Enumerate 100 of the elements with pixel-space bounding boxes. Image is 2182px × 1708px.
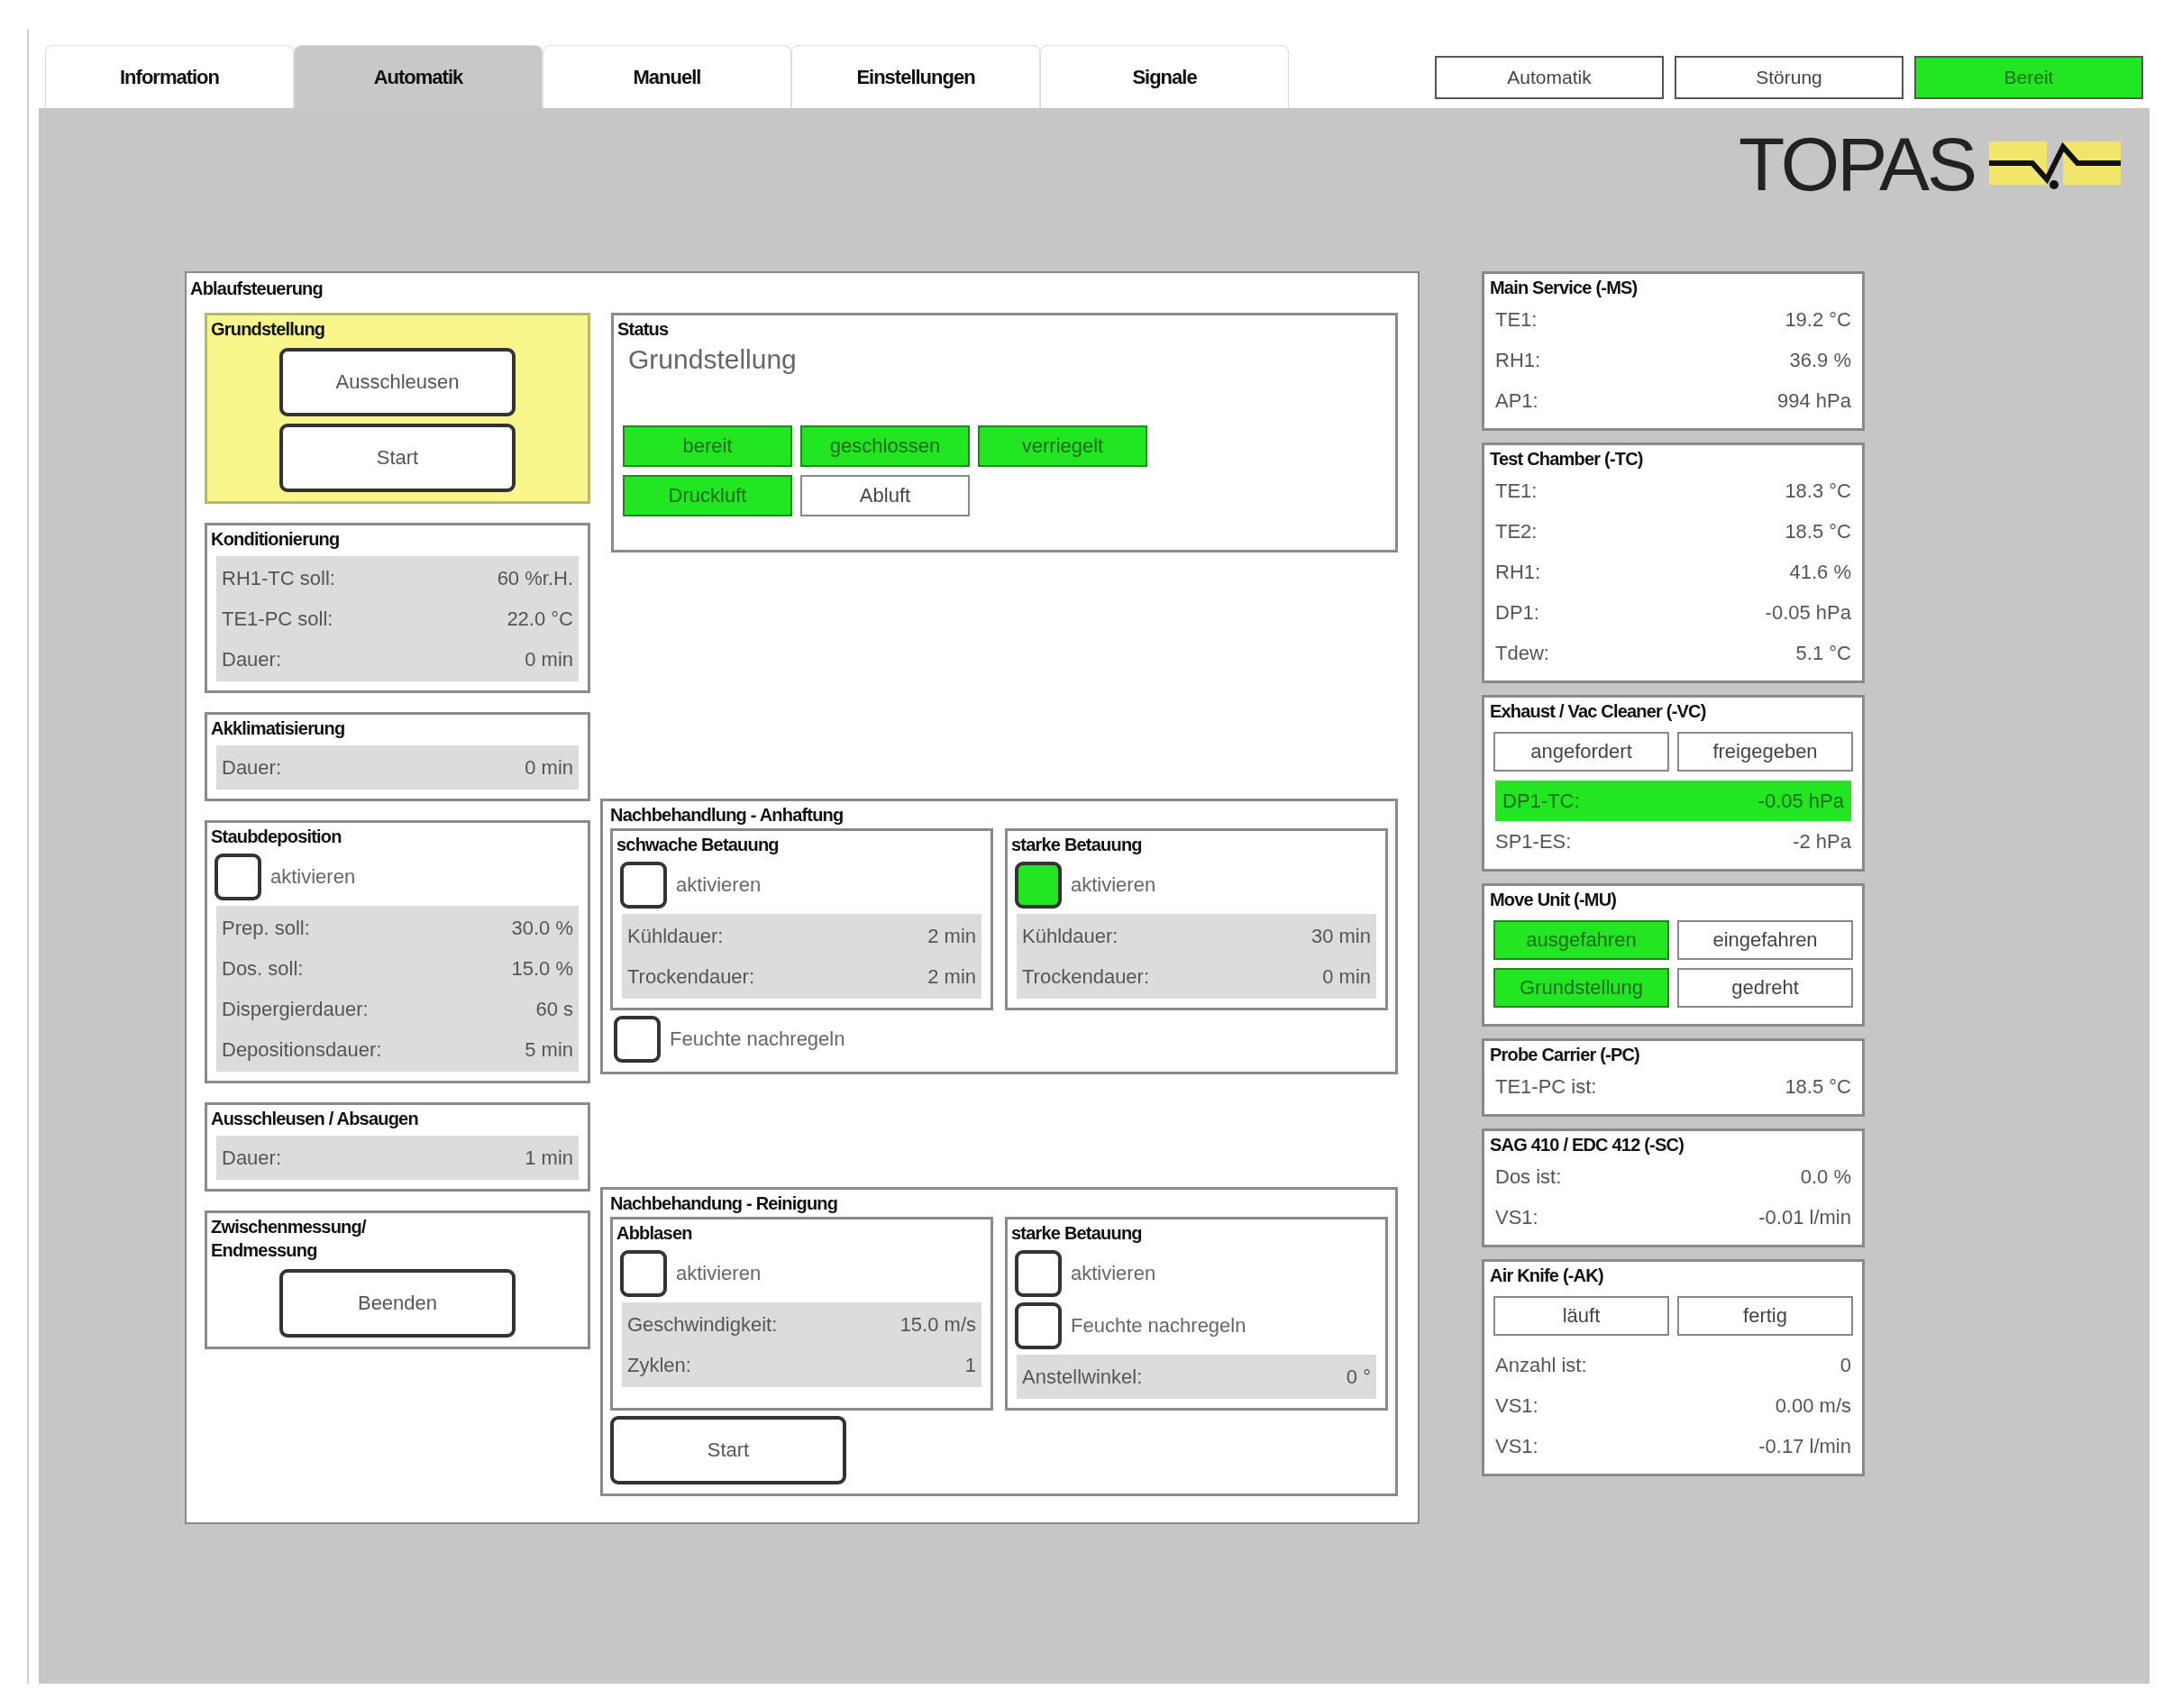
reading-value: 0 min bbox=[1322, 964, 1371, 989]
reading-value: -0.01 l/min bbox=[1758, 1205, 1851, 1229]
push-button[interactable]: Ausschleusen bbox=[279, 348, 516, 416]
reading-label: Dauer: bbox=[222, 755, 282, 780]
reading-label: Anstellwinkel: bbox=[1022, 1365, 1143, 1389]
reading-label: RH1: bbox=[1495, 560, 1541, 584]
status-indicator: Störung bbox=[1675, 56, 1904, 99]
reading-label: RH1-TC soll: bbox=[222, 566, 335, 590]
tab[interactable]: Automatik bbox=[294, 45, 543, 108]
checkbox[interactable] bbox=[620, 862, 667, 909]
reading-value: 0 min bbox=[525, 647, 573, 671]
checkbox-label: aktivieren bbox=[270, 865, 356, 889]
section-title: starke Betauung bbox=[1011, 1222, 1143, 1245]
reading-value: 30 min bbox=[1310, 924, 1371, 948]
reading-label: VS1: bbox=[1495, 1434, 1538, 1458]
group-title: Status bbox=[617, 318, 670, 341]
reading-label: Zyklen: bbox=[627, 1353, 691, 1377]
panel-title: Ablaufsteuerung bbox=[190, 278, 324, 300]
tab[interactable]: Manuell bbox=[543, 45, 791, 108]
status-indicator: Bereit bbox=[1914, 56, 2143, 99]
checkbox-label: Feuchte nachregeln bbox=[1071, 1314, 1246, 1338]
checkbox-label: aktivieren bbox=[1071, 1262, 1156, 1285]
state-indicator: Grundstellung bbox=[1493, 968, 1669, 1008]
reading-label: Dauer: bbox=[222, 1146, 282, 1170]
reading-label: TE2: bbox=[1495, 519, 1538, 543]
group-title: Exhaust / Vac Cleaner (-VC) bbox=[1490, 700, 1707, 723]
tab[interactable]: Information bbox=[45, 45, 294, 108]
reading-value: 41.6 % bbox=[1789, 560, 1851, 584]
group-title: Nachbehandung - Reinigung bbox=[610, 1192, 839, 1215]
reading-value: 0 ° bbox=[1346, 1365, 1371, 1389]
reading-value: 5.1 °C bbox=[1795, 641, 1851, 665]
start-button[interactable]: Start bbox=[610, 1416, 846, 1484]
group-title: Air Knife (-AK) bbox=[1490, 1265, 1604, 1287]
reading-value: -0.05 hPa bbox=[1765, 600, 1851, 625]
reading-value: -0.17 l/min bbox=[1758, 1434, 1851, 1458]
reading-value: 30.0 % bbox=[511, 916, 573, 940]
state-indicator: fertig bbox=[1677, 1296, 1853, 1336]
reading-value: -0.05 hPa bbox=[1757, 789, 1844, 813]
state-indicator: ausgefahren bbox=[1493, 920, 1669, 960]
reading-label: TE1: bbox=[1495, 479, 1538, 503]
tab[interactable]: Signale bbox=[1040, 45, 1289, 108]
reading-value: 0.0 % bbox=[1800, 1165, 1851, 1189]
group-title: Test Chamber (-TC) bbox=[1490, 448, 1644, 470]
reading-label: TE1-PC ist: bbox=[1495, 1074, 1597, 1099]
reading-label: Trockendauer: bbox=[627, 964, 755, 989]
tab[interactable]: Einstellungen bbox=[791, 45, 1040, 108]
state-indicator: gedreht bbox=[1677, 968, 1853, 1008]
logo-text: TOPAS bbox=[1739, 125, 1975, 202]
checkbox[interactable] bbox=[1015, 862, 1062, 909]
checkbox[interactable] bbox=[215, 854, 261, 900]
group-title: Probe Carrier (-PC) bbox=[1490, 1044, 1640, 1066]
group-title: Akklimatisierung bbox=[211, 717, 346, 740]
state-indicator: läuft bbox=[1493, 1296, 1669, 1336]
reading-label: Dauer: bbox=[222, 647, 282, 671]
reading-value: 60 %r.H. bbox=[497, 566, 573, 590]
group-title: Ausschleusen / Absaugen bbox=[211, 1108, 419, 1130]
reading-value: 22.0 °C bbox=[507, 607, 573, 631]
reading-value: 60 s bbox=[535, 997, 573, 1021]
checkbox[interactable] bbox=[1015, 1250, 1062, 1297]
group-title: Zwischenmessung/ Endmessung bbox=[211, 1216, 368, 1262]
reading-value: 5 min bbox=[525, 1037, 573, 1062]
reading-label: Depositionsdauer: bbox=[222, 1037, 382, 1062]
status-indicator: Druckluft bbox=[623, 475, 792, 516]
reading-value: 0.00 m/s bbox=[1775, 1393, 1851, 1418]
reading-label: TE1-PC soll: bbox=[222, 607, 333, 631]
checkbox[interactable] bbox=[620, 1250, 667, 1297]
section-title: Abblasen bbox=[616, 1222, 693, 1245]
reading-value: 15.0 m/s bbox=[899, 1312, 976, 1337]
group-title: Staubdeposition bbox=[211, 826, 342, 848]
group-title: SAG 410 / EDC 412 (-SC) bbox=[1490, 1134, 1684, 1156]
reading-value: 19.2 °C bbox=[1785, 307, 1851, 332]
status-indicator: bereit bbox=[623, 425, 792, 467]
reading-label: VS1: bbox=[1495, 1205, 1538, 1229]
reading-label: Dispergierdauer: bbox=[222, 997, 369, 1021]
section-title: schwache Betauung bbox=[616, 834, 780, 856]
reading-label: SP1-ES: bbox=[1495, 829, 1572, 854]
status-indicator: Automatik bbox=[1435, 56, 1664, 99]
reading-label: DP1-TC: bbox=[1502, 789, 1580, 813]
reading-label: Tdew: bbox=[1495, 641, 1549, 665]
reading-value: 1 min bbox=[525, 1146, 573, 1170]
reading-value: 2 min bbox=[927, 924, 976, 948]
state-indicator: angefordert bbox=[1493, 732, 1669, 772]
group-title: Main Service (-MS) bbox=[1490, 277, 1639, 299]
reading-value: 18.5 °C bbox=[1785, 519, 1851, 543]
reading-value: 18.3 °C bbox=[1785, 479, 1851, 503]
reading-label: Prep. soll: bbox=[222, 916, 310, 940]
reading-value: 2 min bbox=[927, 964, 976, 989]
push-button[interactable]: Beenden bbox=[279, 1269, 516, 1338]
reading-label: Dos ist: bbox=[1495, 1165, 1562, 1189]
checkbox[interactable] bbox=[1015, 1302, 1062, 1349]
reading-value: 0 bbox=[1840, 1353, 1851, 1377]
status-indicator: geschlossen bbox=[800, 425, 970, 467]
checkbox[interactable] bbox=[614, 1016, 661, 1063]
section-title: starke Betauung bbox=[1011, 834, 1143, 856]
reading-value: 36.9 % bbox=[1789, 348, 1851, 372]
reading-label: RH1: bbox=[1495, 348, 1541, 372]
reading-value: -2 hPa bbox=[1793, 829, 1851, 854]
reading-label: AP1: bbox=[1495, 388, 1538, 413]
push-button[interactable]: Start bbox=[279, 424, 516, 492]
group-title: Konditionierung bbox=[211, 528, 341, 551]
